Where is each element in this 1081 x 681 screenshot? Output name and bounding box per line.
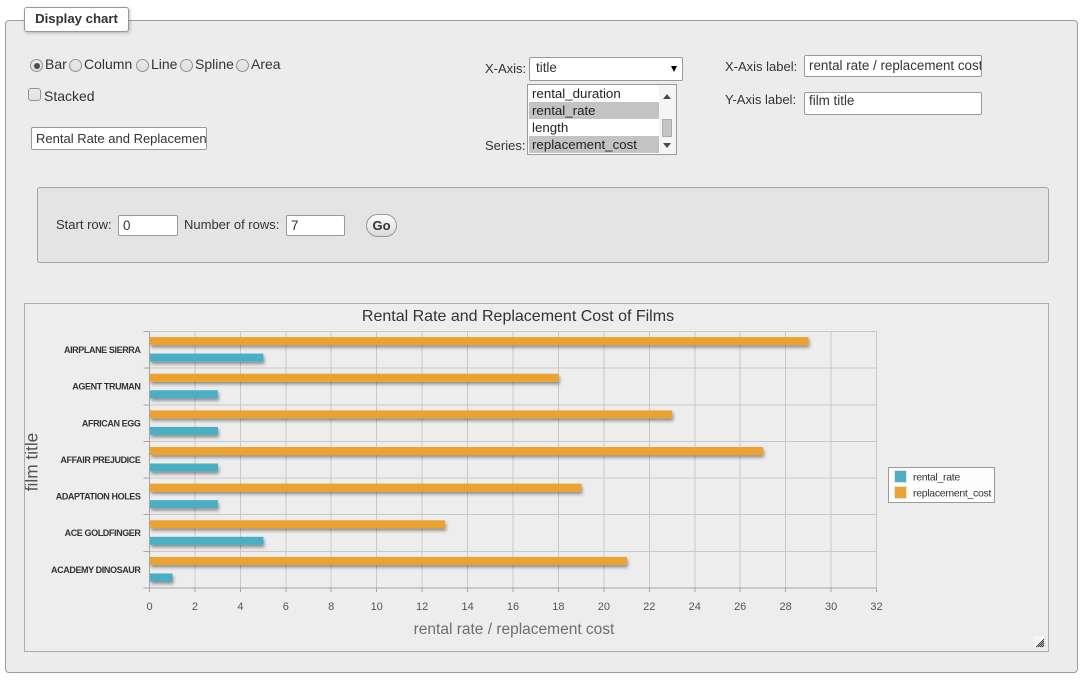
svg-text:8: 8 bbox=[328, 601, 334, 613]
svg-text:30: 30 bbox=[825, 601, 837, 613]
svg-text:AFFAIR PREJUDICE: AFFAIR PREJUDICE bbox=[60, 455, 141, 465]
svg-text:20: 20 bbox=[598, 601, 610, 613]
svg-text:24: 24 bbox=[689, 601, 701, 613]
svg-text:18: 18 bbox=[552, 601, 564, 613]
svg-text:4: 4 bbox=[237, 601, 243, 613]
svg-text:ACADEMY DINOSAUR: ACADEMY DINOSAUR bbox=[51, 565, 141, 575]
svg-text:10: 10 bbox=[371, 601, 383, 613]
svg-text:ACE GOLDFINGER: ACE GOLDFINGER bbox=[65, 528, 142, 538]
svg-text:AFRICAN EGG: AFRICAN EGG bbox=[82, 418, 141, 428]
svg-text:16: 16 bbox=[507, 601, 519, 613]
svg-text:6: 6 bbox=[283, 601, 289, 613]
svg-text:replacement_cost: replacement_cost bbox=[913, 488, 991, 500]
svg-text:rental rate / replacement cost: rental rate / replacement cost bbox=[414, 621, 615, 638]
svg-text:Rental Rate and Replacement Co: Rental Rate and Replacement Cost of Film… bbox=[362, 308, 674, 325]
svg-text:22: 22 bbox=[643, 601, 655, 613]
svg-text:26: 26 bbox=[734, 601, 746, 613]
svg-text:ADAPTATION HOLES: ADAPTATION HOLES bbox=[56, 492, 141, 502]
svg-text:28: 28 bbox=[779, 601, 791, 613]
svg-text:rental_rate: rental_rate bbox=[913, 472, 960, 484]
svg-text:2: 2 bbox=[192, 601, 198, 613]
svg-text:32: 32 bbox=[870, 601, 882, 613]
svg-text:12: 12 bbox=[416, 601, 428, 613]
svg-text:AGENT TRUMAN: AGENT TRUMAN bbox=[72, 382, 140, 392]
svg-text:AIRPLANE SIERRA: AIRPLANE SIERRA bbox=[64, 345, 141, 355]
svg-text:14: 14 bbox=[461, 601, 473, 613]
svg-text:film title: film title bbox=[25, 433, 42, 492]
svg-text:0: 0 bbox=[146, 601, 152, 613]
